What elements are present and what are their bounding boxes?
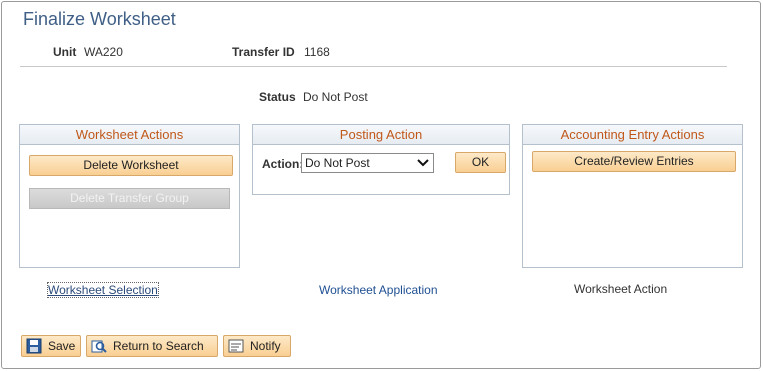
- notify-icon: [228, 339, 244, 353]
- save-button-label: Save: [48, 339, 76, 353]
- status-value: Do Not Post: [303, 90, 368, 104]
- action-select-value: Do Not Post: [305, 156, 370, 170]
- delete-transfer-group-button[interactable]: Delete Transfer Group: [29, 188, 230, 209]
- chevron-down-icon: [417, 159, 429, 167]
- action-label: Action:: [262, 157, 304, 171]
- posting-action-title: Posting Action: [253, 125, 509, 145]
- transfer-id-label: Transfer ID: [232, 45, 295, 59]
- unit-value: WA220: [84, 45, 123, 59]
- header-divider: [20, 66, 727, 67]
- status-label: Status: [259, 90, 296, 104]
- search-return-icon: [91, 340, 107, 353]
- create-review-entries-button[interactable]: Create/Review Entries: [532, 151, 736, 172]
- accounting-entry-actions-panel: Accounting Entry Actions: [522, 124, 743, 268]
- notify-button[interactable]: Notify: [223, 335, 291, 357]
- return-to-search-label: Return to Search: [113, 339, 204, 353]
- return-to-search-button[interactable]: Return to Search: [86, 335, 218, 357]
- unit-label: Unit: [53, 45, 77, 59]
- notify-label: Notify: [250, 339, 281, 353]
- delete-worksheet-button[interactable]: Delete Worksheet: [29, 155, 233, 176]
- worksheet-action-text: Worksheet Action: [574, 282, 668, 296]
- worksheet-application-link[interactable]: Worksheet Application: [319, 283, 438, 297]
- ok-button[interactable]: OK: [455, 152, 506, 173]
- transfer-id-value: 1168: [304, 45, 330, 59]
- worksheet-actions-title: Worksheet Actions: [20, 125, 239, 145]
- page-title: Finalize Worksheet: [23, 9, 176, 29]
- save-icon: [26, 338, 42, 354]
- action-select[interactable]: Do Not Post: [301, 153, 434, 173]
- accounting-entry-actions-title: Accounting Entry Actions: [523, 125, 742, 145]
- save-button[interactable]: Save: [21, 335, 81, 357]
- worksheet-selection-link[interactable]: Worksheet Selection: [47, 282, 159, 298]
